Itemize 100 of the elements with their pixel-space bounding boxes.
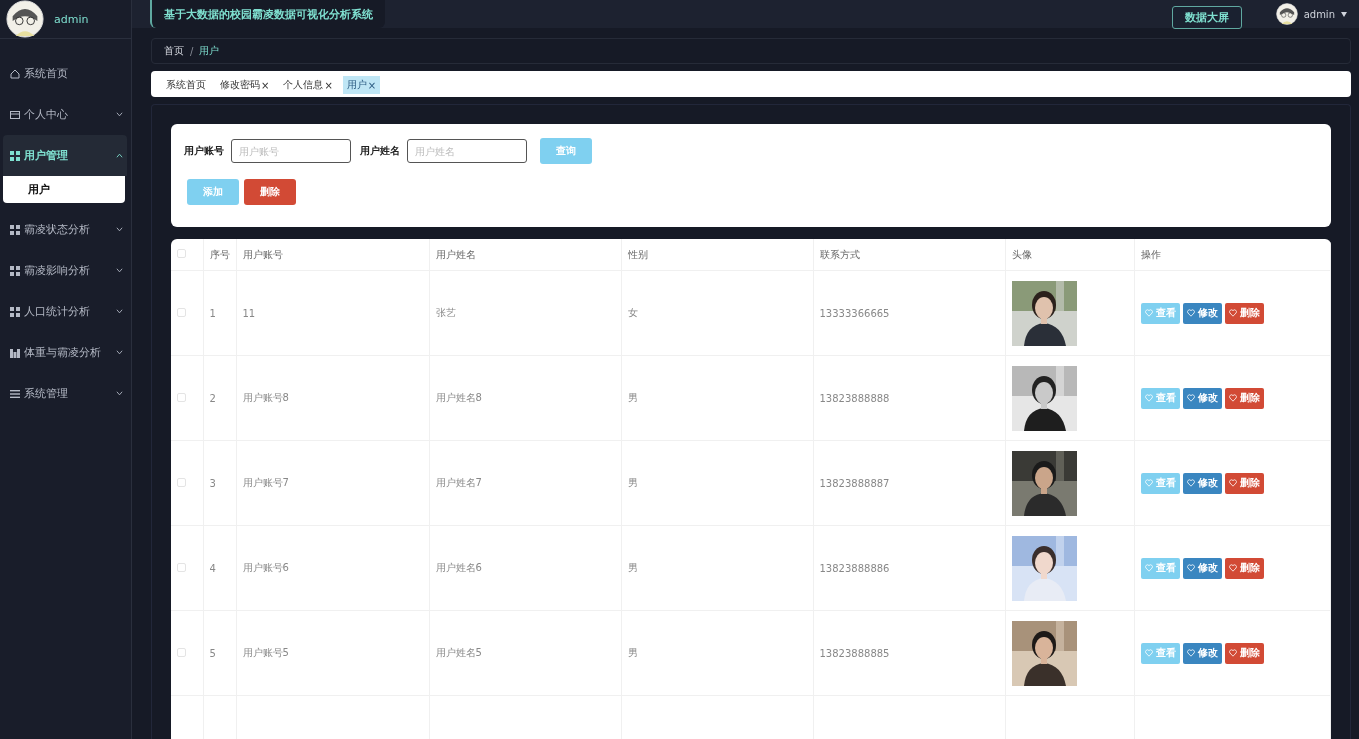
- tab[interactable]: 用户×: [342, 76, 381, 94]
- table-cell: 用户账号5: [236, 610, 429, 696]
- table-cell: 5: [203, 610, 236, 696]
- field-label: 用户账号: [184, 144, 224, 158]
- submenu-item[interactable]: 用户: [3, 176, 125, 203]
- heart-icon: [1186, 564, 1195, 572]
- delete-button[interactable]: 删除: [244, 179, 296, 205]
- heart-icon: [1186, 479, 1195, 487]
- close-icon[interactable]: ×: [261, 79, 270, 91]
- row-action-button[interactable]: 删除: [1224, 472, 1264, 494]
- table-cell: 3: [203, 440, 236, 526]
- column-header: 用户姓名: [429, 239, 621, 271]
- menu-item[interactable]: 体重与霸凌分析: [0, 332, 131, 373]
- table-cell: 用户姓名8: [429, 355, 621, 441]
- heart-icon: [1228, 394, 1237, 402]
- table-cell: 11: [236, 270, 429, 356]
- grid-icon: [10, 224, 20, 235]
- table-cell: 女: [621, 270, 813, 356]
- close-icon[interactable]: ×: [324, 79, 333, 91]
- card-icon: [10, 109, 20, 120]
- menu-item[interactable]: 个人中心: [0, 94, 131, 135]
- search-field[interactable]: 用户姓名: [407, 139, 527, 163]
- heart-icon: [1186, 649, 1195, 657]
- row-action-button[interactable]: 修改: [1182, 387, 1222, 409]
- menu-item[interactable]: 霸凌状态分析: [0, 209, 131, 250]
- column-header: 序号: [203, 239, 236, 271]
- close-icon[interactable]: ×: [367, 79, 377, 91]
- data-screen-button[interactable]: 数据大屏: [1171, 5, 1242, 29]
- table-cell: 13823888886: [813, 525, 1005, 611]
- heart-icon: [1144, 394, 1153, 402]
- breadcrumb-link[interactable]: 首页: [164, 44, 184, 58]
- table-cell: 13823888888: [813, 355, 1005, 441]
- field-label: 用户姓名: [360, 144, 400, 158]
- tab[interactable]: 系统首页: [162, 76, 210, 94]
- chevron-icon: [116, 309, 123, 314]
- heart-icon: [1228, 564, 1237, 572]
- search-field[interactable]: 用户账号: [231, 139, 351, 163]
- table-cell: 男: [621, 610, 813, 696]
- chevron-icon: [116, 350, 123, 355]
- heart-icon: [1144, 649, 1153, 657]
- table-cell: 用户姓名7: [429, 440, 621, 526]
- row-action-button[interactable]: 修改: [1182, 472, 1222, 494]
- user-name: admin: [54, 12, 89, 26]
- heart-icon: [1144, 309, 1153, 317]
- checkbox[interactable]: [177, 647, 186, 657]
- chevron-icon: [116, 227, 123, 232]
- column-header: 联系方式: [813, 239, 1005, 271]
- heart-icon: [1186, 309, 1195, 317]
- table-cell: 用户账号7: [236, 440, 429, 526]
- user-name[interactable]: admin: [1303, 8, 1335, 20]
- grid-icon: [10, 150, 20, 161]
- checkbox[interactable]: [177, 392, 186, 402]
- table-cell: 13823888885: [813, 610, 1005, 696]
- column-header: 性别: [621, 239, 813, 271]
- row-action-button[interactable]: 修改: [1182, 302, 1222, 324]
- table-cell: 13333366665: [813, 270, 1005, 356]
- column-header: 头像: [1005, 239, 1134, 271]
- heart-icon: [1228, 309, 1237, 317]
- table-cell: 男: [621, 525, 813, 611]
- table-cell: 4: [203, 525, 236, 611]
- heart-icon: [1186, 394, 1195, 402]
- column-header: 用户账号: [236, 239, 429, 271]
- app-title: 基于大数据的校园霸凌数据可视化分析系统: [150, 0, 385, 28]
- checkbox[interactable]: [177, 562, 186, 572]
- chevron-icon: [116, 112, 123, 117]
- chevron-icon: [116, 268, 123, 273]
- row-action-button[interactable]: 修改: [1182, 557, 1222, 579]
- tab[interactable]: 个人信息×: [279, 76, 337, 94]
- row-action-button[interactable]: 删除: [1224, 387, 1264, 409]
- grid-icon: [10, 265, 20, 276]
- menu-item[interactable]: 系统首页: [0, 53, 131, 94]
- menu-item[interactable]: 用户管理: [3, 135, 127, 176]
- menu-item[interactable]: 霸凌影响分析: [0, 250, 131, 291]
- grid-icon: [10, 306, 20, 317]
- row-action-button[interactable]: 修改: [1182, 642, 1222, 664]
- chevron-icon: [116, 391, 123, 396]
- row-action-button[interactable]: 删除: [1224, 557, 1264, 579]
- table-cell: 用户姓名5: [429, 610, 621, 696]
- avatar-icon: [1275, 3, 1298, 25]
- table-cell: 用户账号6: [236, 525, 429, 611]
- row-action-button[interactable]: 删除: [1224, 302, 1264, 324]
- breadcrumb-link[interactable]: 用户: [199, 44, 220, 58]
- checkbox[interactable]: [177, 307, 186, 317]
- table-cell: 用户账号8: [236, 355, 429, 441]
- table-cell: 用户姓名6: [429, 525, 621, 611]
- column-header: 操作: [1134, 239, 1331, 271]
- breadcrumb-separator: /: [190, 45, 194, 57]
- checkbox[interactable]: [177, 249, 186, 258]
- menu-item[interactable]: 人口统计分析: [0, 291, 131, 332]
- checkbox[interactable]: [177, 477, 186, 487]
- tab[interactable]: 修改密码×: [216, 76, 274, 94]
- heart-icon: [1144, 564, 1153, 572]
- table-cell: 13823888887: [813, 440, 1005, 526]
- menu-item[interactable]: 系统管理: [0, 373, 131, 414]
- home-icon: [10, 68, 20, 79]
- dropdown-icon[interactable]: [1341, 11, 1347, 17]
- heart-icon: [1144, 479, 1153, 487]
- row-action-button[interactable]: 删除: [1224, 642, 1264, 664]
- chevron-icon: [116, 153, 123, 158]
- table-cell: 男: [621, 440, 813, 526]
